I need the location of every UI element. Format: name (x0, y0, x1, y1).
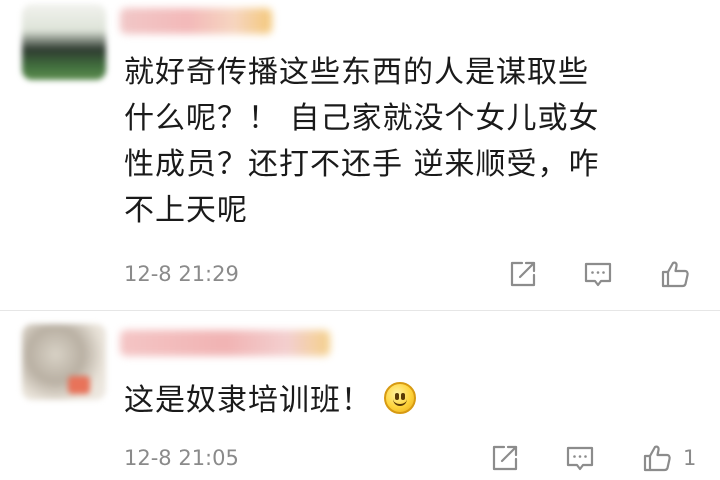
comment-text-line: 什么呢？！ 自己家就没个女儿或女 (124, 101, 600, 136)
like-button[interactable] (655, 254, 695, 294)
comment-text: 就好奇传播这些东西的人是谋取些 什么呢？！ 自己家就没个女儿或女 性成员？还打不… (124, 50, 699, 234)
avatar[interactable] (22, 324, 106, 400)
comment-timestamp: 12-8 21:29 (124, 262, 239, 286)
like-button[interactable] (637, 438, 677, 478)
smile-emoji-icon (384, 382, 416, 414)
comment-timestamp: 12-8 21:05 (124, 446, 239, 470)
username-blurred[interactable] (120, 330, 330, 356)
comment-icon (584, 262, 612, 287)
comment-text-line: 这是奴隶培训班！ (124, 383, 372, 418)
comment-text-line: 性成员？还打不还手 逆来顺受，咋 (124, 147, 600, 182)
thumbs-up-icon (643, 445, 671, 472)
comment-icon (566, 446, 594, 471)
share-button[interactable] (485, 438, 525, 478)
like-count: 1 (683, 446, 697, 470)
username-blurred[interactable] (120, 8, 272, 34)
avatar[interactable] (22, 4, 106, 80)
thumbs-up-icon (661, 261, 689, 288)
reply-button[interactable] (560, 438, 600, 478)
share-icon (510, 261, 536, 287)
comment-text-line: 不上天呢 (124, 193, 248, 228)
comment-item: 这是奴隶培训班！ 12-8 21:05 1 (0, 310, 720, 480)
comment-item: 就好奇传播这些东西的人是谋取些 什么呢？！ 自己家就没个女儿或女 性成员？还打不… (0, 0, 720, 310)
share-button[interactable] (503, 254, 543, 294)
share-icon (492, 445, 518, 471)
comment-text-line: 就好奇传播这些东西的人是谋取些 (124, 55, 589, 90)
reply-button[interactable] (578, 254, 618, 294)
comment-text: 这是奴隶培训班！ (124, 378, 699, 424)
